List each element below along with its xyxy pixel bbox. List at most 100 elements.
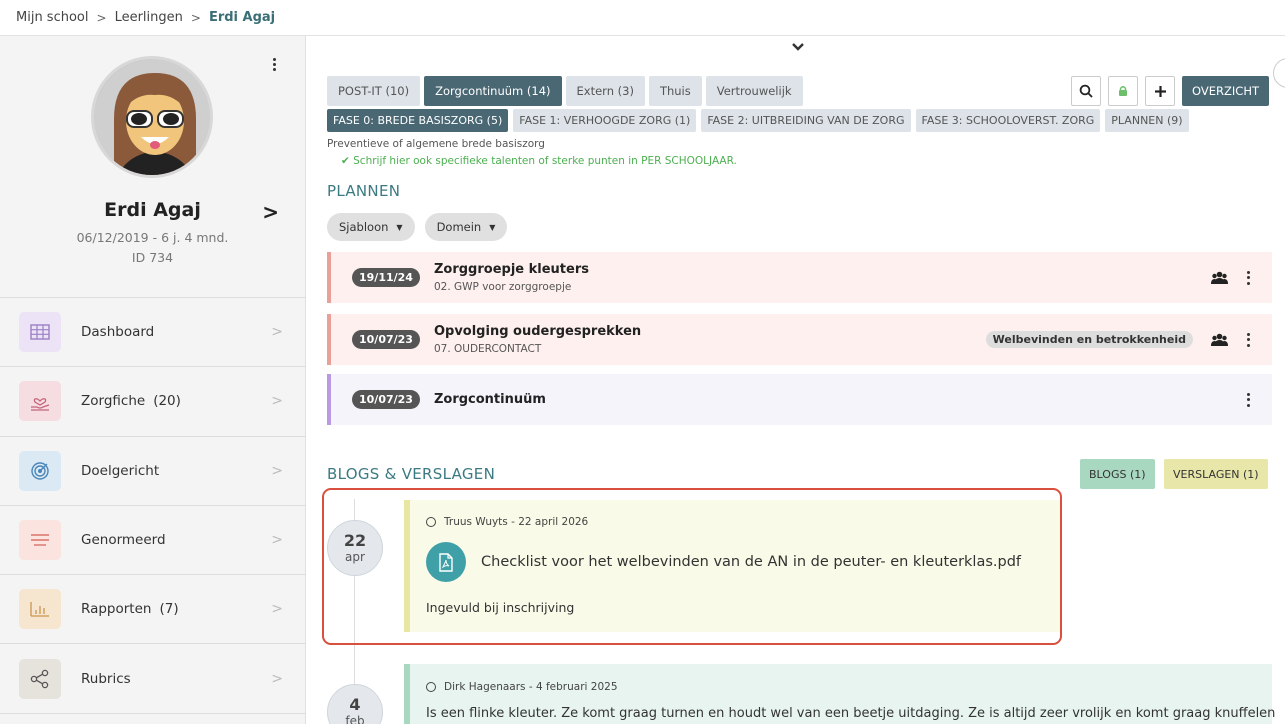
tab-post-it[interactable]: POST-IT (10) <box>327 76 421 106</box>
student-profile: Erdi Agaj > 06/12/2019 - 6 j. 4 mnd. ID … <box>0 36 305 298</box>
chevron-down-icon[interactable] <box>791 38 805 56</box>
sidebar-item-label: Rapporten <box>81 601 152 618</box>
phase-tabs: FASE 0: BREDE BASISZORG (5) FASE 1: VERH… <box>327 109 1189 132</box>
timeline-date: 4 feb <box>327 684 383 724</box>
lines-icon <box>19 520 61 561</box>
category-tabs: POST-IT (10) Zorgcontinuüm (14) Extern (… <box>327 76 803 106</box>
tab-fase-3[interactable]: FASE 3: SCHOOLOVERST. ZORG <box>915 109 1101 132</box>
chevron-right-icon: > <box>271 324 283 341</box>
sidebar: Erdi Agaj > 06/12/2019 - 6 j. 4 mnd. ID … <box>0 36 306 724</box>
lock-button[interactable] <box>1108 76 1139 106</box>
group-icon <box>1211 333 1228 346</box>
plan-date: 19/11/24 <box>352 268 420 287</box>
sjabloon-dropdown[interactable]: Sjabloon ▼ <box>327 213 415 241</box>
target-icon <box>19 450 61 491</box>
chevron-right-icon: > <box>271 462 283 479</box>
entry-author: Dirk Hagenaars - 4 februari 2025 <box>426 681 1272 693</box>
caret-down-icon: ▼ <box>489 222 496 232</box>
breadcrumb-separator-icon: > <box>96 10 107 25</box>
add-button[interactable] <box>1145 76 1176 106</box>
plan-menu-icon[interactable] <box>1246 392 1250 407</box>
search-icon <box>1079 84 1093 98</box>
blogs-title: BLOGS & VERSLAGEN <box>327 465 496 483</box>
verslagen-filter-button[interactable]: VERSLAGEN (1) <box>1164 459 1268 489</box>
blog-card: Dirk Hagenaars - 4 februari 2025 Is een … <box>404 664 1276 724</box>
profile-menu-icon[interactable] <box>271 58 277 74</box>
toolbar: OVERZICHT <box>1071 76 1269 106</box>
plan-title: Zorgcontinuüm <box>433 392 546 407</box>
domein-dropdown[interactable]: Domein ▼ <box>424 213 508 241</box>
plan-item[interactable]: 10/07/23 Zorgcontinuüm <box>327 374 1272 425</box>
tab-fase-0[interactable]: FASE 0: BREDE BASISZORG (5) <box>327 109 509 132</box>
plus-icon <box>1154 85 1166 97</box>
caret-down-icon: ▼ <box>396 222 403 232</box>
plan-item[interactable]: 19/11/24 Zorggroepje kleuters 02. GWP vo… <box>327 252 1272 303</box>
breadcrumb-separator-icon: > <box>190 10 201 25</box>
plan-subtitle: 02. GWP voor zorggroepje <box>433 281 572 293</box>
hand-heart-icon <box>19 381 61 422</box>
tab-fase-2[interactable]: FASE 2: UITBREIDING VAN DE ZORG <box>701 109 911 132</box>
domain-tag: Welbevinden en betrokkenheid <box>985 331 1193 348</box>
student-id: ID 734 <box>131 250 174 265</box>
sidebar-item-rapporten[interactable]: Rapporten (7) > <box>0 575 305 645</box>
sidebar-item-genormeerd[interactable]: Genormeerd > <box>0 506 305 576</box>
tab-fase-1[interactable]: FASE 1: VERHOOGDE ZORG (1) <box>513 109 697 132</box>
student-dob: 06/12/2019 - 6 j. 4 mnd. <box>76 230 229 245</box>
entry-author-text: Dirk Hagenaars - 4 februari 2025 <box>444 681 618 693</box>
chevron-right-icon[interactable]: > <box>262 200 279 224</box>
plan-filters: Sjabloon ▼ Domein ▼ <box>327 213 508 241</box>
filter-label: Sjabloon <box>339 220 389 234</box>
plan-title: Opvolging oudergesprekken <box>433 324 642 339</box>
sidebar-item-count: (20) <box>153 393 181 410</box>
plan-date: 10/07/23 <box>352 390 420 409</box>
plan-menu-icon[interactable] <box>1246 332 1250 347</box>
sidebar-item-label: Rubrics <box>81 670 131 687</box>
filter-label: Domein <box>436 220 482 234</box>
plannen-title: PLANNEN <box>327 182 401 200</box>
avatar <box>91 56 213 178</box>
lock-icon <box>1119 86 1128 96</box>
phase-description: Preventieve of algemene brede basiszorg <box>327 138 545 150</box>
phase-tip: ✔ Schrijf hier ook specifieke talenten o… <box>341 155 737 167</box>
timeline-day: 4 <box>349 695 361 714</box>
sidebar-item-doelgericht[interactable]: Doelgericht > <box>0 437 305 506</box>
tab-plannen[interactable]: PLANNEN (9) <box>1105 109 1189 132</box>
plan-date: 10/07/23 <box>352 330 420 349</box>
group-icon <box>1211 271 1228 284</box>
plan-menu-icon[interactable] <box>1246 270 1250 285</box>
sidebar-item-count: (7) <box>159 601 179 618</box>
search-button[interactable] <box>1071 76 1102 106</box>
sidebar-item-rubrics[interactable]: Rubrics > <box>0 644 305 714</box>
clock-icon <box>426 682 436 692</box>
student-name: Erdi Agaj <box>104 199 201 221</box>
tab-extern[interactable]: Extern (3) <box>565 76 645 106</box>
tab-zorgcontinuum[interactable]: Zorgcontinuüm (14) <box>424 76 562 106</box>
blogs-filter-button[interactable]: BLOGS (1) <box>1080 459 1155 489</box>
chevron-right-icon: > <box>271 532 283 549</box>
breadcrumb: Mijn school > Leerlingen > Erdi Agaj <box>0 0 1285 36</box>
sidebar-item-label: Dashboard <box>81 324 155 341</box>
grid-icon <box>19 312 61 353</box>
sidebar-item-label: Genormeerd <box>81 532 166 549</box>
tab-vertrouwelijk[interactable]: Vertrouwelijk <box>705 76 803 106</box>
overview-button[interactable]: OVERZICHT <box>1182 76 1269 106</box>
bar-chart-icon <box>19 589 61 630</box>
breadcrumb-item-students[interactable]: Leerlingen <box>115 10 183 25</box>
sidebar-item-dashboard[interactable]: Dashboard > <box>0 298 305 368</box>
tab-thuis[interactable]: Thuis <box>648 76 702 106</box>
breadcrumb-item-school[interactable]: Mijn school <box>16 10 89 25</box>
sidebar-item-label: Zorgfiche <box>81 393 146 410</box>
side-panel-toggle[interactable] <box>1273 58 1285 88</box>
chevron-right-icon: > <box>271 601 283 618</box>
chevron-right-icon: > <box>271 393 283 410</box>
plan-title: Zorggroepje kleuters <box>433 262 589 277</box>
sidebar-item-label: Doelgericht <box>81 462 160 479</box>
highlight-frame <box>322 488 1062 645</box>
sidebar-item-zorgfiche[interactable]: Zorgfiche (20) > <box>0 367 305 437</box>
timeline-month: feb <box>345 714 365 724</box>
plan-item[interactable]: 10/07/23 Opvolging oudergesprekken 07. O… <box>327 314 1272 365</box>
plan-subtitle: 07. OUDERCONTACT <box>433 343 542 355</box>
chevron-right-icon: > <box>271 670 283 687</box>
share-icon <box>19 658 61 699</box>
entry-text: Is een flinke kleuter. Ze komt graag tur… <box>426 706 1276 721</box>
